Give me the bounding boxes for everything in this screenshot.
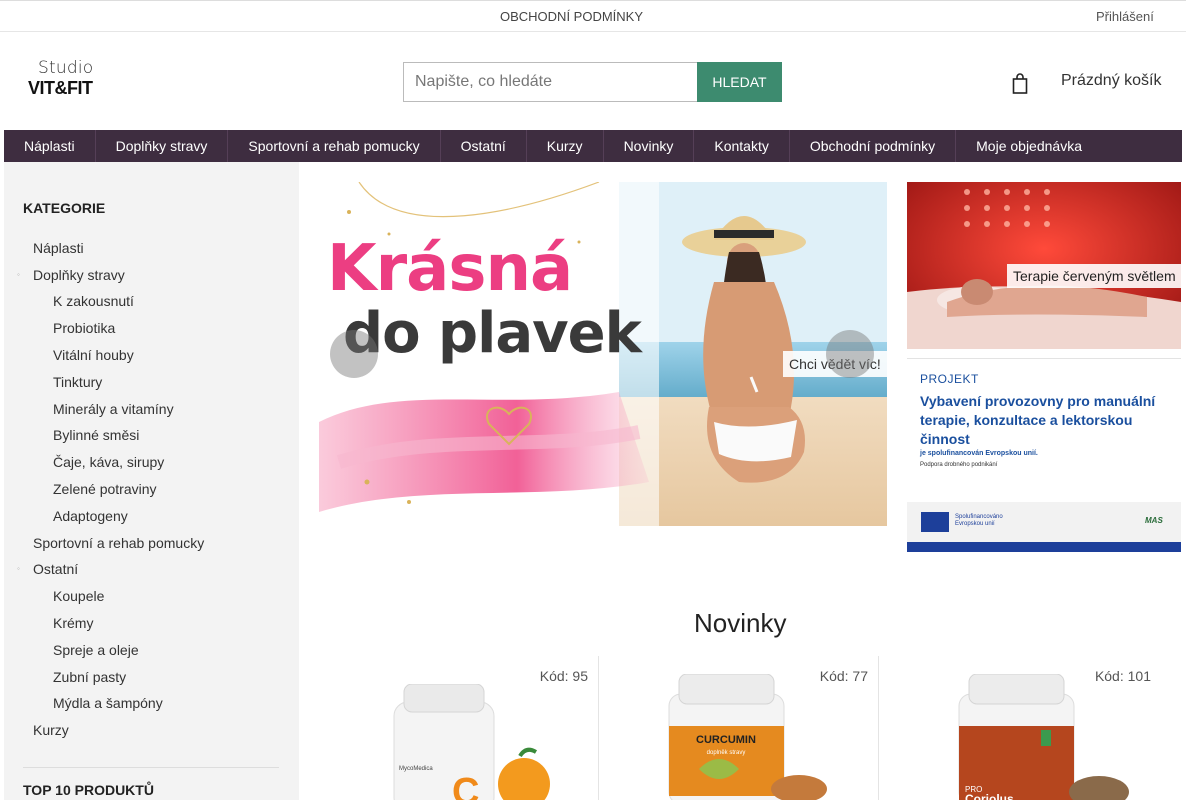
top-bar: OBCHODNÍ PODMÍNKY Přihlášení	[0, 0, 1186, 32]
product-sublabel: doplněk stravy	[707, 750, 746, 756]
hero-banner[interactable]: Krásná do plavek Chci vědět víc!	[319, 182, 887, 526]
sidebar-item-mydla[interactable]: Mýdla a šampóny	[53, 695, 163, 711]
product-image: CURCUMIN doplněk stravy	[668, 674, 827, 800]
product-image: MycoMedica C	[393, 684, 550, 800]
product-code: Kód: 95	[539, 668, 588, 684]
logo-line-vitfit: VIT&FIT	[28, 78, 93, 98]
sidebar-item-kurzy[interactable]: Kurzy	[33, 722, 69, 738]
product-card[interactable]: Kód: 95 MycoMedica C	[319, 656, 598, 800]
promo-light-therapy[interactable]: Terapie červeným světlem	[907, 182, 1181, 349]
carousel-next-icon[interactable]	[826, 330, 874, 378]
product-letter: C	[452, 771, 479, 800]
product-label: CURCUMIN	[696, 734, 756, 746]
novinky-title: Novinky	[694, 608, 787, 638]
cart-bag-icon[interactable]	[1012, 72, 1028, 94]
nav-item-naplasti[interactable]: Náplasti	[4, 130, 96, 162]
hero-headline-line2: do plavek	[343, 301, 642, 366]
sidebar-item-sportovni[interactable]: Sportovní a rehab pomucky	[33, 535, 204, 551]
sidebar-item-caje[interactable]: Čaje, káva, sirupy	[53, 454, 164, 470]
nav-item-ostatni[interactable]: Ostatní	[441, 130, 527, 162]
promo-light-therapy-label[interactable]: Terapie červeným světlem	[1007, 264, 1181, 288]
search-button[interactable]: HLEDAT	[697, 62, 782, 102]
sidebar-item-zubni-pasty[interactable]: Zubní pasty	[53, 669, 126, 685]
bullet-icon: ◦	[17, 270, 20, 279]
nav-item-sportovni[interactable]: Sportovní a rehab pomucky	[228, 130, 441, 162]
nav-item-doplnky-stravy[interactable]: Doplňky stravy	[96, 130, 229, 162]
hero-headline-line1: Krásná	[327, 232, 573, 306]
sidebar-title: KATEGORIE	[23, 200, 106, 216]
eu-flag-icon	[921, 512, 949, 532]
main-nav: Náplasti Doplňky stravy Sportovní a reha…	[4, 130, 1182, 162]
sidebar-item-probiotika[interactable]: Probiotika	[53, 320, 115, 336]
sidebar-divider	[23, 767, 279, 768]
product-label: Coriolus	[965, 792, 1014, 800]
sidebar-item-doplnky-stravy[interactable]: Doplňky stravy	[33, 267, 125, 283]
carousel-prev-icon[interactable]	[330, 330, 378, 378]
product-image: PRO Coriolus	[958, 674, 1129, 800]
product-card[interactable]: Kód: 101 PRO Coriolus	[879, 656, 1181, 800]
eu-text: Spolufinancováno Evropskou unií	[955, 514, 1003, 527]
category-sidebar: KATEGORIE Náplasti ◦ Doplňky stravy K za…	[4, 162, 299, 800]
sidebar-item-kremy[interactable]: Krémy	[53, 615, 93, 631]
project-subline2: Podpora drobného podnikání	[920, 462, 998, 468]
cart-label[interactable]: Prázdný košík	[1061, 72, 1161, 90]
sidebar-item-k-zakousnuti[interactable]: K zakousnutí	[53, 293, 134, 309]
nav-item-kurzy[interactable]: Kurzy	[527, 130, 604, 162]
sidebar-item-bylinne-smesi[interactable]: Bylinné směsi	[53, 427, 139, 443]
product-card[interactable]: Kód: 77 CURCUMIN doplněk stravy	[598, 656, 879, 800]
project-footer-bar	[907, 542, 1181, 552]
sidebar-item-tinktury[interactable]: Tinktury	[53, 374, 102, 390]
project-headline: Vybavení provozovny pro manuální terapie…	[920, 393, 1156, 447]
sidebar-item-adaptogeny[interactable]: Adaptogeny	[53, 508, 128, 524]
nav-item-novinky[interactable]: Novinky	[604, 130, 695, 162]
nav-item-moje-objednavka[interactable]: Moje objednávka	[956, 130, 1102, 162]
nav-item-kontakty[interactable]: Kontakty	[694, 130, 790, 162]
promo-eu-project[interactable]: PROJEKT Vybavení provozovny pro manuální…	[907, 364, 1181, 553]
terms-link[interactable]: OBCHODNÍ PODMÍNKY	[500, 9, 643, 24]
product-brand: MycoMedica	[399, 766, 433, 772]
sidebar-item-ostatni[interactable]: Ostatní	[33, 561, 78, 577]
sidebar-item-naplasti[interactable]: Náplasti	[33, 240, 84, 256]
site-logo[interactable]: Studio VIT&FIT	[28, 58, 118, 102]
search-form: HLEDAT	[403, 62, 782, 102]
logo-line-studio: Studio	[38, 58, 94, 78]
search-input[interactable]	[403, 62, 697, 102]
sidebar-item-vitalni-houby[interactable]: Vitální houby	[53, 347, 134, 363]
promo-divider	[907, 358, 1181, 359]
login-link[interactable]: Přihlášení	[1096, 9, 1154, 24]
bullet-icon: ◦	[17, 564, 20, 573]
project-label: PROJEKT	[920, 372, 979, 386]
top10-title: TOP 10 PRODUKTŮ	[23, 782, 154, 798]
sidebar-item-mineraly[interactable]: Minerály a vitamíny	[53, 401, 174, 417]
mas-logo: MAS	[1145, 516, 1163, 525]
sidebar-item-spreje[interactable]: Spreje a oleje	[53, 642, 139, 658]
project-subline: je spolufinancován Evropskou unií.	[920, 450, 1038, 457]
sidebar-item-zelene-potraviny[interactable]: Zelené potraviny	[53, 481, 157, 497]
nav-item-obchodni-podminky[interactable]: Obchodní podmínky	[790, 130, 957, 162]
sidebar-item-koupele[interactable]: Koupele	[53, 588, 104, 604]
